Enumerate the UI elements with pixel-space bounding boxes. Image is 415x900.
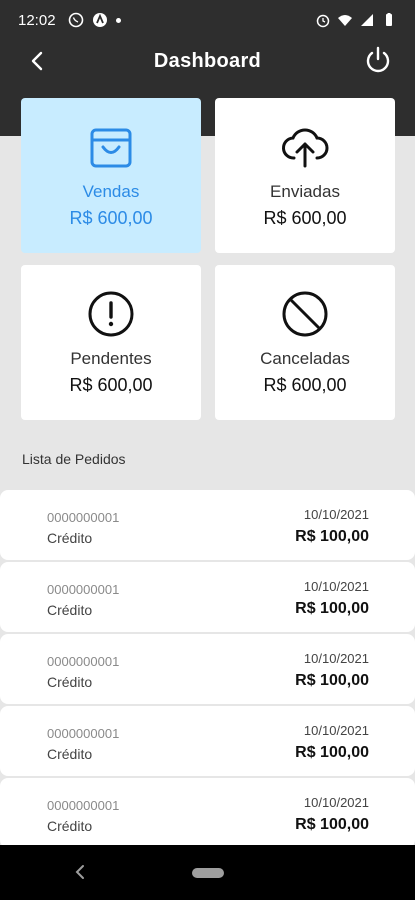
order-date: 10/10/2021 — [303, 651, 369, 666]
chevron-left-icon — [75, 865, 84, 879]
card-vendas[interactable]: Vendas R$ 600,00 — [21, 98, 201, 253]
list-item[interactable]: 0000000001 Crédito 10/10/2021 R$ 100,00 — [0, 634, 415, 704]
list-item[interactable]: 0000000001 Crédito 10/10/2021 R$ 100,00 — [0, 562, 415, 632]
order-value: R$ 100,00 — [295, 816, 369, 833]
list-item[interactable]: 0000000001 Crédito 10/10/2021 R$ 100,00 — [0, 706, 415, 776]
status-bar: 12:02 — [0, 0, 415, 40]
summary-cards: Vendas R$ 600,00 Enviadas R$ 600,00 Pend… — [21, 98, 395, 420]
order-payment-method: Crédito — [47, 818, 93, 834]
card-value: R$ 600,00 — [69, 208, 153, 228]
list-item[interactable]: 0000000001 Crédito 10/10/2021 R$ 100,00 — [0, 778, 415, 848]
card-label: Canceladas — [260, 349, 350, 368]
whatsapp-icon — [68, 12, 84, 28]
order-value: R$ 100,00 — [295, 672, 369, 689]
order-id: 0000000001 — [47, 582, 120, 597]
page-title: Dashboard — [153, 50, 262, 72]
order-payment-method: Crédito — [47, 602, 93, 618]
order-value: R$ 100,00 — [295, 744, 369, 761]
status-time: 12:02 — [18, 11, 56, 29]
card-label: Vendas — [82, 182, 140, 201]
cloud-upload-icon — [282, 128, 329, 168]
battery-icon — [381, 12, 397, 28]
card-label: Enviadas — [270, 182, 340, 201]
orders-section-title: Lista de Pedidos — [22, 451, 126, 467]
card-pendentes[interactable]: Pendentes R$ 600,00 — [21, 265, 201, 420]
order-date: 10/10/2021 — [303, 795, 369, 810]
system-home-pill[interactable] — [192, 868, 224, 878]
card-enviadas[interactable]: Enviadas R$ 600,00 — [215, 98, 395, 253]
card-canceladas[interactable]: Canceladas R$ 600,00 — [215, 265, 395, 420]
order-value: R$ 100,00 — [295, 600, 369, 617]
order-id: 0000000001 — [47, 798, 120, 813]
order-payment-method: Crédito — [47, 530, 93, 546]
card-value: R$ 600,00 — [263, 375, 347, 395]
alert-circle-icon — [88, 291, 134, 337]
order-id: 0000000001 — [47, 654, 120, 669]
orders-list: 0000000001 Crédito 10/10/2021 R$ 100,00 … — [0, 490, 415, 850]
card-value: R$ 600,00 — [69, 375, 153, 395]
shopping-bag-icon — [90, 128, 132, 168]
logout-button[interactable] — [363, 45, 393, 75]
list-item[interactable]: 0000000001 Crédito 10/10/2021 R$ 100,00 — [0, 490, 415, 560]
order-date: 10/10/2021 — [303, 507, 369, 522]
wifi-icon — [337, 12, 353, 28]
system-back-button[interactable] — [72, 863, 90, 881]
order-id: 0000000001 — [47, 726, 120, 741]
signal-icon — [359, 12, 375, 28]
order-value: R$ 100,00 — [295, 528, 369, 545]
card-label: Pendentes — [70, 349, 152, 368]
order-date: 10/10/2021 — [303, 579, 369, 594]
notification-dot-icon — [115, 17, 121, 23]
alarm-icon — [315, 12, 331, 28]
system-nav-bar — [0, 845, 415, 900]
order-payment-method: Crédito — [47, 674, 93, 690]
block-icon — [282, 291, 328, 337]
order-id: 0000000001 — [47, 510, 120, 525]
order-date: 10/10/2021 — [303, 723, 369, 738]
navigation-icon — [92, 12, 108, 28]
card-value: R$ 600,00 — [263, 208, 347, 228]
order-payment-method: Crédito — [47, 746, 93, 762]
power-icon — [366, 46, 390, 73]
